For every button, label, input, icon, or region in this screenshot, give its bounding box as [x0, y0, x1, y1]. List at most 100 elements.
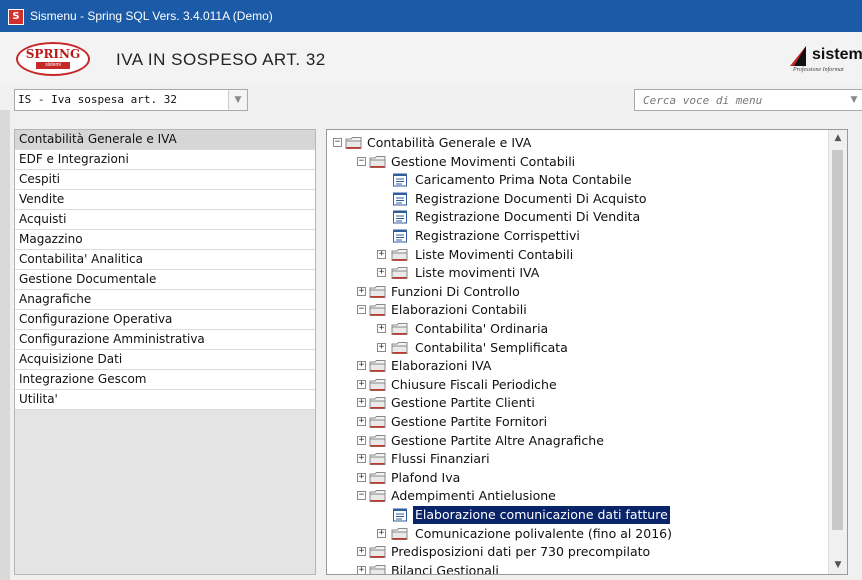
menu-search[interactable]: ▼ [634, 89, 862, 111]
expand-icon[interactable]: + [377, 342, 386, 352]
tree-node-label: Gestione Partite Fornitori [391, 414, 548, 429]
folder-icon [369, 285, 387, 299]
sidebar-item[interactable]: Contabilita' Analitica [15, 250, 315, 270]
app-icon: S [8, 9, 24, 25]
folder-icon [345, 136, 363, 150]
sidebar-item[interactable]: Utilita' [15, 390, 315, 410]
expand-icon[interactable]: + [357, 435, 366, 445]
tree-node-label: Comunicazione polivalente (fino al 2016) [415, 525, 672, 541]
expand-icon[interactable]: + [357, 547, 366, 557]
tree-node-label: Liste Movimenti Contabili [415, 246, 574, 262]
tree-node-label: Gestione Movimenti Contabili [391, 153, 576, 169]
expand-icon[interactable]: + [377, 249, 386, 259]
menu-tree: − Contabilità Generale e IVA − Gestione Mov… [327, 130, 827, 574]
collapse-icon[interactable]: − [357, 156, 366, 166]
scroll-down-icon[interactable]: ▼ [829, 557, 847, 574]
background-window-edge [0, 110, 10, 580]
folder-icon [369, 471, 387, 485]
sidebar-item[interactable]: Cespiti [15, 170, 315, 190]
tree-node-label: Elaborazioni IVA [391, 358, 492, 374]
expand-icon[interactable]: + [357, 454, 366, 464]
sistemi-logo: sistem Professione Informat [790, 44, 862, 76]
chevron-down-icon[interactable]: ▼ [228, 90, 247, 110]
sidebar-item[interactable]: Anagrafiche [15, 290, 315, 310]
tree-node-label: Contabilità Generale e IVA [367, 135, 532, 150]
scroll-up-icon[interactable]: ▲ [829, 130, 847, 147]
search-chevron-down-icon[interactable]: ▼ [845, 90, 862, 110]
expand-icon[interactable]: + [377, 268, 386, 278]
tree-node-label: Contabilita' Ordinaria [415, 321, 549, 336]
folder-icon [369, 452, 387, 466]
sidebar-item[interactable]: Magazzino [15, 230, 315, 250]
sidebar-item[interactable]: Acquisizione Dati [15, 350, 315, 370]
tree-node-label: Elaborazioni Contabili [391, 302, 527, 318]
document-icon [391, 173, 409, 187]
expand-icon[interactable]: + [357, 417, 366, 426]
tree-node-label: Elaborazione comunicazione dati fatture [412, 505, 671, 525]
tree-node-label: Caricamento Prima Nota Contabile [415, 172, 632, 188]
expand-icon[interactable]: + [357, 398, 366, 408]
folder-icon [391, 266, 409, 280]
document-icon [391, 192, 409, 206]
title-bar: S Sismenu - Spring SQL Vers. 3.4.011A (D… [0, 0, 862, 32]
folder-icon [369, 545, 387, 559]
sistemi-logo-word: sistem [812, 46, 862, 63]
tree-node-label: Plafond Iva [391, 469, 461, 485]
folder-icon [369, 415, 387, 429]
collapse-icon[interactable]: − [357, 305, 366, 315]
tree-scrollbar[interactable]: ▲ ▼ [828, 130, 847, 574]
sidebar-item[interactable]: Contabilità Generale e IVA [15, 130, 315, 150]
folder-icon [369, 155, 387, 169]
folder-icon [391, 341, 409, 355]
document-icon [391, 210, 409, 224]
sidebar-item[interactable]: Acquisti [15, 210, 315, 230]
tree-node-label: Gestione Partite Clienti [391, 395, 535, 411]
tree-node-label: Liste movimenti IVA [415, 265, 540, 281]
expand-icon[interactable]: + [377, 528, 386, 538]
expand-icon[interactable]: + [357, 286, 366, 296]
tree-node-label: Flussi Finanziari [391, 451, 490, 467]
collapse-icon[interactable]: − [333, 138, 342, 147]
tree-node-label: Registrazione Documenti Di Acquisto [415, 190, 647, 206]
expand-icon[interactable]: + [377, 324, 386, 333]
sidebar-item[interactable]: Configurazione Amministrativa [15, 330, 315, 350]
folder-icon [391, 248, 409, 262]
collapse-icon[interactable]: − [357, 491, 366, 501]
tree-node-label: Funzioni Di Controllo [391, 283, 520, 299]
folder-icon [369, 303, 387, 317]
tree-node-label: Predisposizioni dati per 730 precompilat… [391, 544, 651, 560]
folder-icon [369, 359, 387, 373]
folder-icon [391, 527, 409, 541]
folder-icon [369, 564, 387, 574]
folder-icon [369, 396, 387, 410]
sidebar-item[interactable]: Vendite [15, 190, 315, 210]
folder-icon [391, 322, 409, 336]
menu-search-input[interactable] [635, 90, 835, 110]
expand-icon[interactable]: + [357, 472, 366, 482]
menu-select[interactable]: IS - Iva sospesa art. 32 ▼ [14, 89, 248, 111]
expand-icon[interactable]: + [357, 379, 366, 389]
scroll-thumb[interactable] [832, 150, 843, 530]
spring-logo-subtext: sistemi [36, 62, 70, 69]
document-icon [391, 229, 409, 243]
expand-icon[interactable]: + [357, 565, 366, 574]
document-icon [391, 508, 409, 522]
menu-tree-panel: − Contabilità Generale e IVA − Gestione Mov… [326, 129, 848, 575]
tree-node-label: Contabilita' Semplificata [415, 339, 568, 355]
tree-node-label: Chiusure Fiscali Periodiche [391, 376, 557, 392]
tree-node-label: Registrazione Corrispettivi [415, 228, 580, 243]
folder-icon [369, 489, 387, 503]
sistemi-logo-tagline: Professione Informat [793, 67, 844, 73]
menu-select-value: IS - Iva sospesa art. 32 [18, 93, 177, 106]
spring-logo-text: SPRING [25, 47, 81, 61]
tree-node-label: Gestione Partite Altre Anagrafiche [391, 432, 604, 448]
folder-icon [369, 378, 387, 392]
module-sidebar: Contabilità Generale e IVA EDF e Integraz… [14, 129, 316, 575]
folder-icon [369, 434, 387, 448]
sidebar-item[interactable]: EDF e Integrazioni [15, 150, 315, 170]
expand-icon[interactable]: + [357, 361, 366, 371]
sidebar-item[interactable]: Integrazione Gescom [15, 370, 315, 390]
sidebar-item[interactable]: Configurazione Operativa [15, 310, 315, 330]
sidebar-item[interactable]: Gestione Documentale [15, 270, 315, 290]
window-title: Sismenu - Spring SQL Vers. 3.4.011A (Dem… [30, 9, 273, 23]
